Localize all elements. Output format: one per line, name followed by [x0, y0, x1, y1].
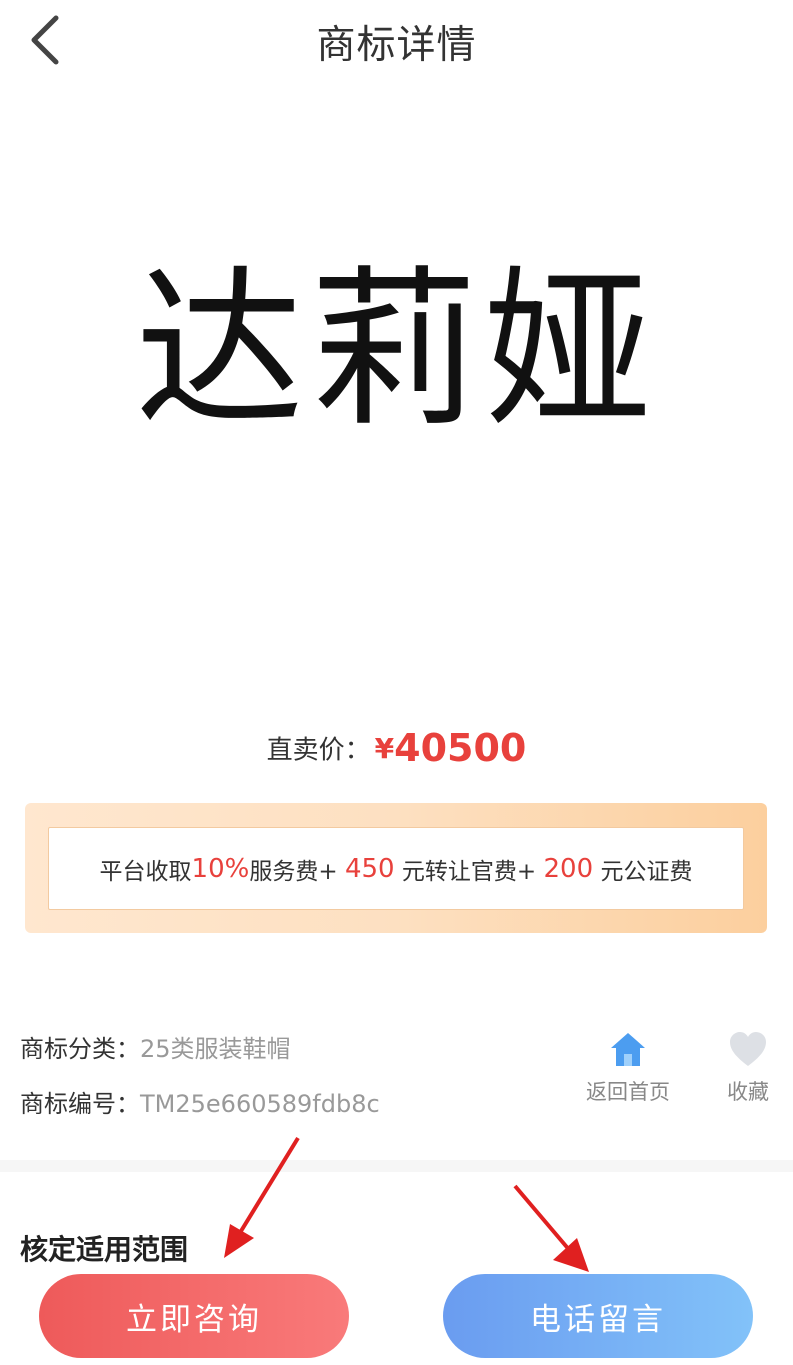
annotation-arrow-right: [513, 1184, 589, 1272]
category-row: 商标分类：25类服装鞋帽: [20, 1029, 291, 1064]
favorite-button[interactable]: 收藏: [718, 1030, 778, 1106]
home-icon: [611, 1033, 645, 1066]
notary-fee: 200: [543, 853, 594, 884]
page-title: 商标详情: [316, 23, 477, 68]
service-rate: 10%: [191, 853, 250, 884]
transfer-fee: 450: [344, 853, 395, 884]
consult-button[interactable]: 立即咨询: [39, 1274, 349, 1358]
number-label: 商标编号：: [20, 1090, 140, 1118]
trademark-detail-page: 商标详情 达莉娅 直卖价： ¥40500 平台收取 10% 服务费+ 450 元转让官…: [0, 0, 793, 1365]
price-currency: ¥: [374, 731, 395, 765]
category-label: 商标分类：: [20, 1035, 140, 1063]
trademark-logo: 达莉娅: [0, 170, 793, 590]
fee-panel: 平台收取 10% 服务费+ 450 元转让官费+ 200 元公证费: [25, 803, 767, 933]
notary-suffix: 元公证费: [600, 858, 693, 885]
price-label: 直卖价：: [266, 735, 371, 766]
service-suffix: 服务费+: [249, 858, 338, 885]
price-line: 直卖价： ¥40500: [0, 726, 793, 770]
favorite-label: 收藏: [727, 1080, 769, 1104]
price-value: 40500: [394, 726, 527, 770]
fee-text: 平台收取 10% 服务费+ 450 元转让官费+ 200 元公证费: [48, 827, 744, 910]
number-row: 商标编号：TM25e660589fdb8c: [20, 1084, 380, 1119]
section-title: 核定适用范围: [20, 1233, 189, 1266]
fee-prefix: 平台收取: [99, 858, 192, 885]
section-divider: [0, 1160, 793, 1172]
annotation-arrow-left: [224, 1136, 300, 1258]
home-label: 返回首页: [586, 1080, 670, 1104]
home-button[interactable]: 返回首页: [578, 1030, 678, 1106]
category-value: 25类服装鞋帽: [140, 1035, 291, 1063]
trademark-logo-text: 达莉娅: [135, 250, 658, 450]
header: 商标详情: [0, 0, 793, 86]
heart-icon: [730, 1032, 766, 1066]
phone-message-button[interactable]: 电话留言: [443, 1274, 753, 1358]
number-value: TM25e660589fdb8c: [140, 1090, 380, 1118]
transfer-suffix: 元转让官费+: [401, 858, 537, 885]
